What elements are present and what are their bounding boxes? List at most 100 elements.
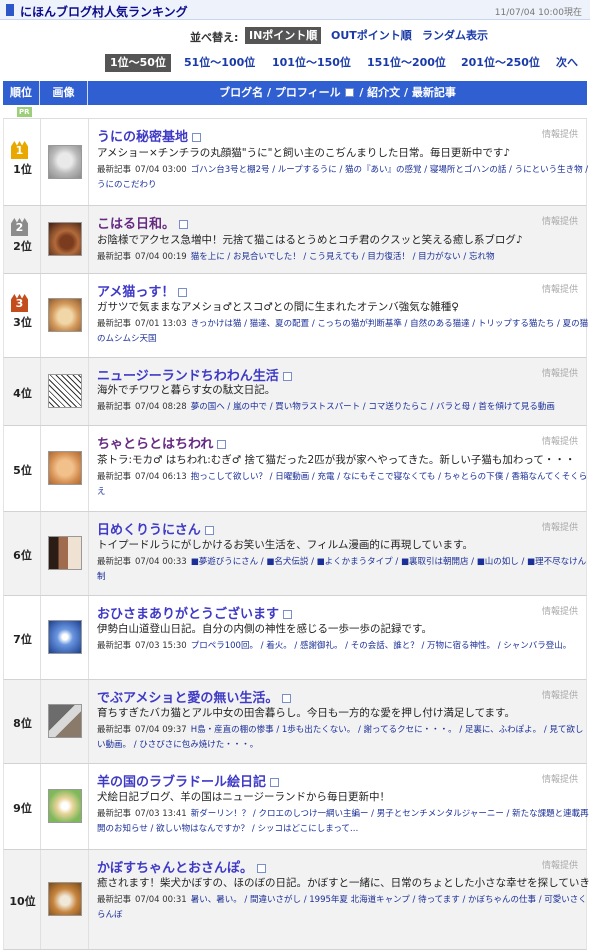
blog-thumbnail[interactable] xyxy=(48,145,82,179)
rank-cell: 10位 xyxy=(4,850,41,949)
blog-title-link[interactable]: ちゃとらとはちわれ xyxy=(97,433,227,452)
image-cell xyxy=(41,680,89,763)
blog-title[interactable]: ニュージーランドちわわん生活 xyxy=(97,369,279,384)
blog-title[interactable]: こはる日和。 xyxy=(97,217,175,232)
latest-post-links[interactable]: プロペラ100回。 / 着火。 / 感謝御礼。 / その会話、誰と？ / 万物に… xyxy=(191,641,572,651)
ranking-row: 2 2位 こはる日和。 情報提供 お陰様でアクセス急増中！元捨て猫こはるとうめとコチ君の… xyxy=(3,206,587,274)
blog-title-link[interactable]: アメ猫っす！ xyxy=(97,281,188,300)
rank-cell: 4位 xyxy=(4,358,41,425)
blog-description: トイプードルうにがしかけるお笑い生活を、フィルム漫画的に再現しています。 xyxy=(97,539,474,551)
latest-date: 07/03 13:41 xyxy=(135,809,187,819)
info-provided-link[interactable]: 情報提供 xyxy=(542,214,578,227)
info-provided-link[interactable]: 情報提供 xyxy=(542,604,578,617)
page-1-50[interactable]: 1位〜50位 xyxy=(105,54,171,72)
blog-thumbnail[interactable] xyxy=(48,298,82,332)
blog-title[interactable]: 羊の国のラブラドール絵日記 xyxy=(97,775,266,790)
profile-icon[interactable] xyxy=(204,526,214,535)
info-provided-link[interactable]: 情報提供 xyxy=(542,520,578,533)
blog-thumbnail[interactable] xyxy=(48,789,82,823)
next-page-link[interactable]: 次へ xyxy=(551,54,583,72)
blog-thumbnail[interactable] xyxy=(48,536,82,570)
rank-number: 8位 xyxy=(13,717,32,730)
ranking-row: 1 1位 うにの秘密基地 情報提供 アメショー×チンチラの丸顔猫"うに"と飼い主のこぢん… xyxy=(3,119,588,206)
rank-cell: 3 3位 xyxy=(4,274,41,357)
ranking-row: 6位 日めくりうにさん 情報提供 トイプードルうにがしかけるお笑い生活を、フィルム漫画… xyxy=(3,512,587,596)
blog-title[interactable]: かぼすちゃんとおさんぽ。 xyxy=(97,861,253,876)
info-provided-link[interactable]: 情報提供 xyxy=(542,366,578,379)
profile-icon[interactable] xyxy=(179,220,189,229)
page-header: にほんブログ村人気ランキング 11/07/04 10:00現在 xyxy=(0,0,590,20)
latest-posts: 最新記事 07/04 00:31 暑い、暑い。 / 間違いさがし / 1995年夏 … xyxy=(97,893,589,923)
rank-cell: 8位 xyxy=(4,680,41,763)
info-provided-link[interactable]: 情報提供 xyxy=(542,127,578,140)
blog-column-header-b: / 紹介文 / 最新記事 xyxy=(359,86,456,99)
blog-description: 海外でチワワと暮らす女の駄文日記。 xyxy=(97,384,276,396)
profile-icon[interactable] xyxy=(282,694,292,703)
profile-icon[interactable] xyxy=(178,288,188,297)
blog-thumbnail[interactable] xyxy=(48,704,82,738)
profile-icon[interactable] xyxy=(257,864,267,873)
blog-title-link[interactable]: こはる日和。 xyxy=(97,213,189,232)
info-provided-link[interactable]: 情報提供 xyxy=(542,282,578,295)
latest-label: 最新記事 xyxy=(97,725,132,735)
blog-description: 育ちすぎたバカ猫とアル中女の田舎暮らし。今日も一方的な愛を押し付け満足してます。 xyxy=(97,707,516,719)
profile-icon[interactable] xyxy=(270,778,280,787)
blog-title-link[interactable]: 日めくりうにさん xyxy=(97,519,215,538)
pagination: 1位〜50位 51位〜100位 101位〜150位 151位〜200位 201位… xyxy=(0,54,590,74)
page-151-200[interactable]: 151位〜200位 xyxy=(362,54,451,72)
page-51-100[interactable]: 51位〜100位 xyxy=(179,54,260,72)
page-201-250[interactable]: 201位〜250位 xyxy=(456,54,545,72)
blog-thumbnail[interactable] xyxy=(48,620,82,654)
rank-cell: 5位 xyxy=(4,426,41,511)
info-provided-link[interactable]: 情報提供 xyxy=(542,688,578,701)
ranking-row: 9位 羊の国のラブラドール絵日記 情報提供 犬絵日記ブログ、羊の国はニュージーランドか… xyxy=(3,764,589,850)
latest-date: 07/04 09:37 xyxy=(135,725,187,735)
profile-icon[interactable] xyxy=(283,610,293,619)
rank-crown-icon: 3 xyxy=(11,294,28,312)
profile-icon[interactable] xyxy=(282,372,292,381)
blog-description: 茶トラ:モカ♂ はちわれ:むぎ♂ 捨て猫だった2匹が我が家へやってきた。新しい子… xyxy=(97,454,576,466)
blog-description: ガサツで気ままなアメショ♂とスコ♂との間に生まれたオテンバ強気な雑種♀ xyxy=(97,301,459,313)
blog-title[interactable]: 日めくりうにさん xyxy=(97,523,201,538)
latest-post-links[interactable]: 猫を上に / お見合いでした！ / こう見えても / 目力復活！ / 目力がない… xyxy=(191,252,495,262)
blog-title-link[interactable]: うにの秘密基地 xyxy=(97,126,202,145)
latest-date: 07/01 13:03 xyxy=(135,319,187,329)
latest-label: 最新記事 xyxy=(97,319,132,329)
blog-description: 伊勢白山道登山日記。自分の内側の神性を感じる一歩一歩の記録です。 xyxy=(97,623,432,635)
blog-title-link[interactable]: おひさまありがとうございます xyxy=(97,603,293,622)
sort-out-points[interactable]: OUTポイント順 xyxy=(327,27,416,44)
latest-posts: 最新記事 07/04 06:13 抱っこして欲しい？ / 日曜動画 / 充電 / な… xyxy=(97,470,589,500)
blog-column-header: ブログ名 / プロフィール / 紹介文 / 最新記事 xyxy=(88,81,587,105)
blog-title-link[interactable]: ニュージーランドちわわん生活 xyxy=(97,365,293,384)
updated-timestamp: 11/07/04 10:00現在 xyxy=(494,8,582,18)
blog-description: お陰様でアクセス急増中！元捨て猫こはるとうめとコチ君のクスッと笑える癒し系ブログ… xyxy=(97,234,523,246)
blog-title-link[interactable]: かぼすちゃんとおさんぽ。 xyxy=(97,857,267,876)
blog-title[interactable]: アメ猫っす！ xyxy=(97,285,174,300)
page-title: にほんブログ村人気ランキング xyxy=(20,5,188,19)
profile-icon[interactable] xyxy=(192,133,202,142)
info-provided-link[interactable]: 情報提供 xyxy=(542,434,578,447)
info-provided-link[interactable]: 情報提供 xyxy=(542,858,578,871)
blog-thumbnail[interactable] xyxy=(48,222,82,256)
page-101-150[interactable]: 101位〜150位 xyxy=(267,54,356,72)
profile-icon xyxy=(345,88,355,97)
blog-thumbnail[interactable] xyxy=(48,374,82,408)
blog-title[interactable]: おひさまありがとうございます xyxy=(97,607,279,622)
blog-title[interactable]: でぶアメショと愛の無い生活。 xyxy=(97,691,278,706)
image-cell xyxy=(41,358,89,425)
blog-thumbnail[interactable] xyxy=(48,882,82,916)
blog-title-link[interactable]: でぶアメショと愛の無い生活。 xyxy=(97,687,292,706)
profile-icon[interactable] xyxy=(217,440,227,449)
latest-post-links[interactable]: 夢の国へ / 嵐の中で / 買い物ラストスパート / コマ送りたらこ / バラと… xyxy=(191,402,555,412)
latest-label: 最新記事 xyxy=(97,252,132,262)
blog-description: 癒されます！柴犬かぼすの、ほのぼの日記。かぼすと一緒に、日常のちょとした小さな幸… xyxy=(97,877,589,889)
sort-random[interactable]: ランダム表示 xyxy=(418,27,492,44)
blog-title[interactable]: ちゃとらとはちわれ xyxy=(97,437,213,452)
blog-title[interactable]: うにの秘密基地 xyxy=(97,130,188,145)
blog-title-link[interactable]: 羊の国のラブラドール絵日記 xyxy=(97,771,280,790)
latest-date: 07/04 08:28 xyxy=(135,402,187,412)
blog-thumbnail[interactable] xyxy=(48,451,82,485)
pr-badge[interactable]: PR xyxy=(17,107,32,117)
sort-in-points[interactable]: INポイント順 xyxy=(245,27,322,44)
info-provided-link[interactable]: 情報提供 xyxy=(542,772,578,785)
